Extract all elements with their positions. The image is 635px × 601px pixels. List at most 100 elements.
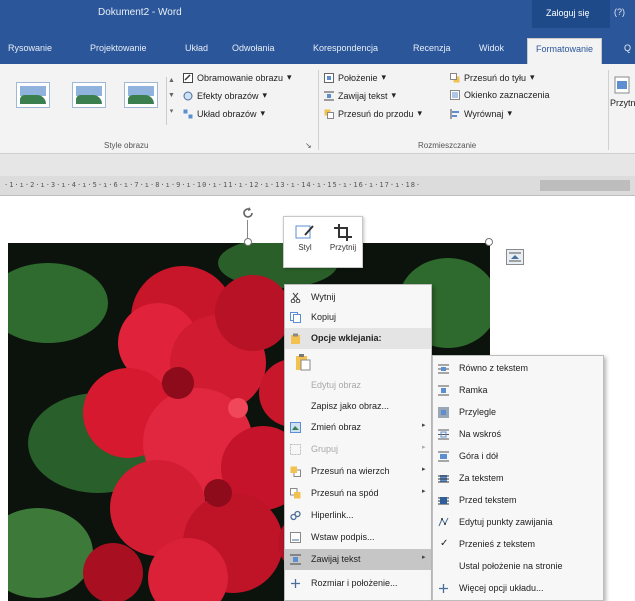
- wrap-more-options[interactable]: Więcej opcji układu...: [433, 578, 603, 599]
- dropdown-arrow-icon: ▾: [417, 108, 423, 118]
- ruler-margin-area: [540, 180, 630, 191]
- menu-item-wrap-text[interactable]: Zawijaj tekst ▸: [285, 549, 431, 570]
- menu-item-hyperlink[interactable]: Hiperlink...: [285, 505, 431, 526]
- tab-recenzja[interactable]: Recenzja: [413, 43, 451, 53]
- effects-icon: [183, 91, 193, 100]
- wrap-behind[interactable]: Za tekstem: [433, 468, 603, 489]
- menu-item-save-as-image[interactable]: Zapisz jako obraz...: [285, 396, 431, 417]
- submenu-arrow-icon: ▸: [422, 554, 426, 561]
- pencil-square-icon: [183, 72, 193, 83]
- wrap-move-with-text[interactable]: ✓ Przenieś z tekstem: [433, 534, 603, 555]
- picture-style-3[interactable]: [124, 82, 158, 108]
- tab-rysowanie[interactable]: Rysowanie: [8, 43, 52, 53]
- hyperlink-icon: [290, 510, 301, 521]
- more-options-label: Więcej opcji układu...: [459, 583, 544, 593]
- change-image-label: Zmień obraz: [311, 422, 362, 432]
- layout-options-button[interactable]: [506, 249, 524, 265]
- gallery-scroll[interactable]: ▲ ▼ ▾: [166, 77, 176, 125]
- tab-widok[interactable]: Widok: [479, 43, 504, 53]
- dropdown-arrow-icon: ▾: [381, 72, 387, 82]
- wrap-square[interactable]: Ramka: [433, 380, 603, 401]
- picture-styles-group-label: Style obrazu: [104, 141, 149, 150]
- clipboard-icon: [291, 333, 300, 344]
- crop-mini-button[interactable]: Przytnij: [326, 223, 360, 252]
- position-button[interactable]: Położenie ▾: [324, 72, 386, 83]
- rotate-handle-icon[interactable]: [240, 205, 256, 221]
- wrap-top-bottom[interactable]: Góra i dół: [433, 446, 603, 467]
- wrap-top-bottom-icon: [438, 451, 449, 462]
- wrap-fix-position[interactable]: Ustal położenie na stronie: [433, 556, 603, 577]
- layout-options-icon: [509, 252, 521, 262]
- login-button[interactable]: Zaloguj się: [532, 0, 610, 28]
- menu-item-cut[interactable]: Wytnij: [285, 287, 431, 308]
- menu-item-edit-image[interactable]: Edytuj obraz: [285, 375, 431, 396]
- tab-formatowanie[interactable]: Formatowanie: [527, 38, 603, 64]
- picture-effects-button[interactable]: Efekty obrazów ▾: [183, 90, 267, 101]
- menu-item-bring-to-front[interactable]: Przesuń na wierzch ▸: [285, 461, 431, 482]
- send-backward-button[interactable]: Przesuń do tyłu ▾: [450, 72, 535, 83]
- submenu-arrow-icon: ▸: [422, 422, 426, 429]
- gallery-more-icon[interactable]: ▾: [167, 107, 176, 122]
- tab-odwolania[interactable]: Odwołania: [232, 43, 275, 53]
- style-button[interactable]: Styl: [288, 223, 322, 252]
- wrap-text-icon: [324, 91, 334, 100]
- save-as-image-label: Zapisz jako obraz...: [311, 401, 390, 411]
- bring-forward-button[interactable]: Przesuń do przodu ▾: [324, 108, 422, 119]
- tab-uklad[interactable]: Układ: [185, 43, 208, 53]
- paste-option-keep-source[interactable]: [285, 351, 431, 372]
- menu-item-send-to-back[interactable]: Przesuń na spód ▸: [285, 483, 431, 504]
- wrap-through[interactable]: Na wskroś: [433, 424, 603, 445]
- rotate-line: [247, 220, 248, 238]
- wrap-text-button[interactable]: Zawijaj tekst ▾: [324, 90, 396, 101]
- wrap-inline[interactable]: Równo z tekstem: [433, 358, 603, 379]
- wrap-behind-label: Za tekstem: [459, 473, 504, 483]
- tab-korespondencja[interactable]: Korespondencja: [313, 43, 378, 53]
- scroll-up-icon[interactable]: ▲: [167, 77, 176, 92]
- wrap-tight[interactable]: Przylegle: [433, 402, 603, 423]
- picture-effects-label: Efekty obrazów: [197, 90, 259, 101]
- menu-item-size-position[interactable]: Rozmiar i położenie...: [285, 573, 431, 594]
- picture-layout-button[interactable]: Układ obrazów ▾: [183, 108, 265, 119]
- crop-icon[interactable]: [614, 76, 630, 94]
- resize-handle-top[interactable]: [244, 238, 252, 246]
- wrap-tight-icon: [438, 407, 449, 418]
- horizontal-ruler[interactable]: ·1·ı·2·ı·3·ı·4·ı·5·ı·6·ı·7·ı·8·ı·9·ı·10·…: [0, 176, 635, 196]
- menu-item-group[interactable]: Grupuj ▸: [285, 439, 431, 460]
- selection-pane-button[interactable]: Okienko zaznaczenia: [450, 90, 550, 100]
- wrap-edit-points[interactable]: Edytuj punkty zawijania: [433, 512, 603, 533]
- picture-styles-launcher-icon[interactable]: ↘: [305, 141, 312, 150]
- dropdown-arrow-icon: ▾: [530, 72, 535, 82]
- ruler-numbers: ·1·ı·2·ı·3·ı·4·ı·5·ı·6·ı·7·ı·8·ı·9·ı·10·…: [4, 181, 422, 189]
- picture-border-button[interactable]: Obramowanie obrazu ▾: [183, 72, 292, 83]
- help-icon[interactable]: (?): [614, 7, 625, 17]
- menu-item-copy[interactable]: Kopiuj: [285, 307, 431, 328]
- dropdown-arrow-icon: ▾: [391, 90, 397, 100]
- selection-pane-icon: [450, 90, 460, 100]
- hyperlink-label: Hiperlink...: [311, 510, 354, 520]
- tab-tell-me[interactable]: Q: [624, 43, 631, 53]
- dropdown-arrow-icon: ▾: [262, 90, 268, 100]
- mini-toolbar: Styl Przytnij: [283, 216, 363, 268]
- bring-to-front-icon: [290, 466, 301, 477]
- dropdown-arrow-icon: ▾: [507, 108, 512, 118]
- wrap-behind-icon: [438, 475, 449, 483]
- align-button[interactable]: Wyrównaj ▾: [450, 108, 512, 119]
- size-position-label: Rozmiar i położenie...: [311, 578, 398, 588]
- picture-style-2[interactable]: [72, 82, 106, 108]
- send-to-back-label: Przesuń na spód: [311, 488, 379, 498]
- insert-caption-label: Wstaw podpis...: [311, 532, 375, 542]
- wrap-in-front[interactable]: Przed tekstem: [433, 490, 603, 511]
- crop-button-label[interactable]: Przytn: [610, 98, 635, 108]
- tab-projektowanie[interactable]: Projektowanie: [90, 43, 147, 53]
- dropdown-arrow-icon: ▾: [260, 108, 266, 118]
- position-icon: [324, 72, 334, 83]
- picture-style-1[interactable]: [16, 82, 50, 108]
- wrap-text-submenu: Równo z tekstem Ramka Przylegle Na wskro…: [432, 355, 604, 601]
- menu-item-insert-caption[interactable]: Wstaw podpis...: [285, 527, 431, 548]
- scroll-down-icon[interactable]: ▼: [167, 92, 176, 107]
- bring-forward-label: Przesuń do przodu: [338, 108, 414, 119]
- resize-handle-top-right[interactable]: [485, 238, 493, 246]
- edit-wrap-points-icon: [438, 517, 449, 527]
- scissors-icon: [290, 292, 301, 303]
- menu-item-change-image[interactable]: Zmień obraz ▸: [285, 417, 431, 438]
